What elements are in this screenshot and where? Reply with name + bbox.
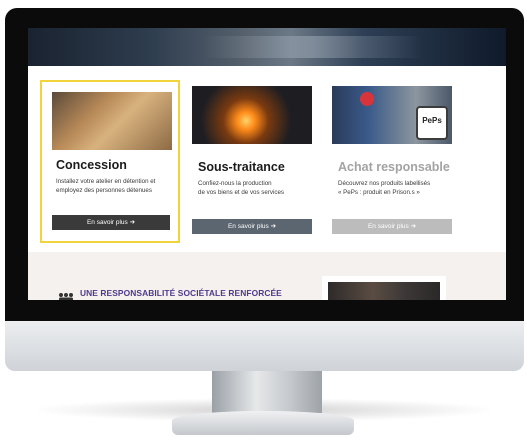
video-thumbnail[interactable] <box>322 276 446 300</box>
card-desc-line: Découvrez nos produits labellisés <box>338 180 431 187</box>
learn-more-button[interactable]: En savoir plus ➔ <box>332 219 452 234</box>
learn-more-button[interactable]: En savoir plus ➔ <box>52 215 170 230</box>
responsibility-section: UNE RESPONSABILITÉ SOCIÉTALE RENFORCÉE <box>28 252 506 300</box>
card-desc-line: de vos biens et de vos services <box>198 189 284 196</box>
card-achat-responsable[interactable]: PePs Achat responsable Découvrez nos pro… <box>332 84 452 244</box>
peps-badge-icon: PePs <box>416 106 448 140</box>
card-desc-line: Installez votre atelier en détention et <box>56 178 156 185</box>
learn-more-button[interactable]: En savoir plus ➔ <box>192 219 312 234</box>
grinding-sparks-image <box>192 86 312 144</box>
thumbnail-image <box>328 282 440 300</box>
card-title: Concession <box>56 158 127 172</box>
carpentry-workshop-image <box>52 92 172 150</box>
hero-light-streak <box>203 36 423 58</box>
card-title: Achat responsable <box>338 160 450 174</box>
monitor-stand-neck <box>212 371 322 413</box>
responsibility-heading: UNE RESPONSABILITÉ SOCIÉTALE RENFORCÉE <box>80 288 282 298</box>
monitor-chin <box>5 321 524 371</box>
monitor-stand-base <box>172 411 354 435</box>
card-desc-line: Confiez-nous la production <box>198 180 272 187</box>
card-desc-line: employez des personnes détenues <box>56 187 152 194</box>
hero-banner <box>28 28 506 66</box>
card-title: Sous-traitance <box>198 160 285 174</box>
handshake-icon <box>59 293 73 300</box>
earmuff-icon <box>360 92 374 106</box>
card-concession[interactable]: Concession Installez votre atelier en dé… <box>40 80 180 243</box>
card-sous-traitance[interactable]: Sous-traitance Confiez-nous la productio… <box>192 84 312 244</box>
card-desc-line: « PePs : produit en Prison.s » <box>338 189 420 196</box>
website-screen: Concession Installez votre atelier en dé… <box>28 28 506 300</box>
workers-with-earmuffs-image: PePs <box>332 86 452 144</box>
